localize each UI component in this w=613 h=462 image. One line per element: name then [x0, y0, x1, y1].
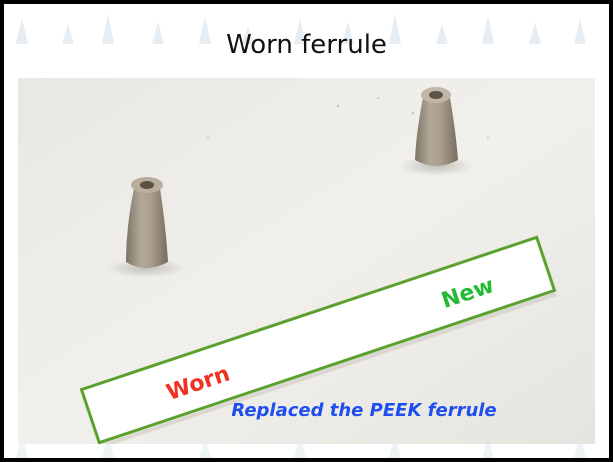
- ferrule-photo: Worn New: [18, 78, 595, 444]
- caption: Replaced the PEEK ferrule: [231, 400, 497, 421]
- slide: Worn ferrule Worn New Replaced the PEEK …: [4, 4, 609, 458]
- slide-title: Worn ferrule: [226, 30, 387, 60]
